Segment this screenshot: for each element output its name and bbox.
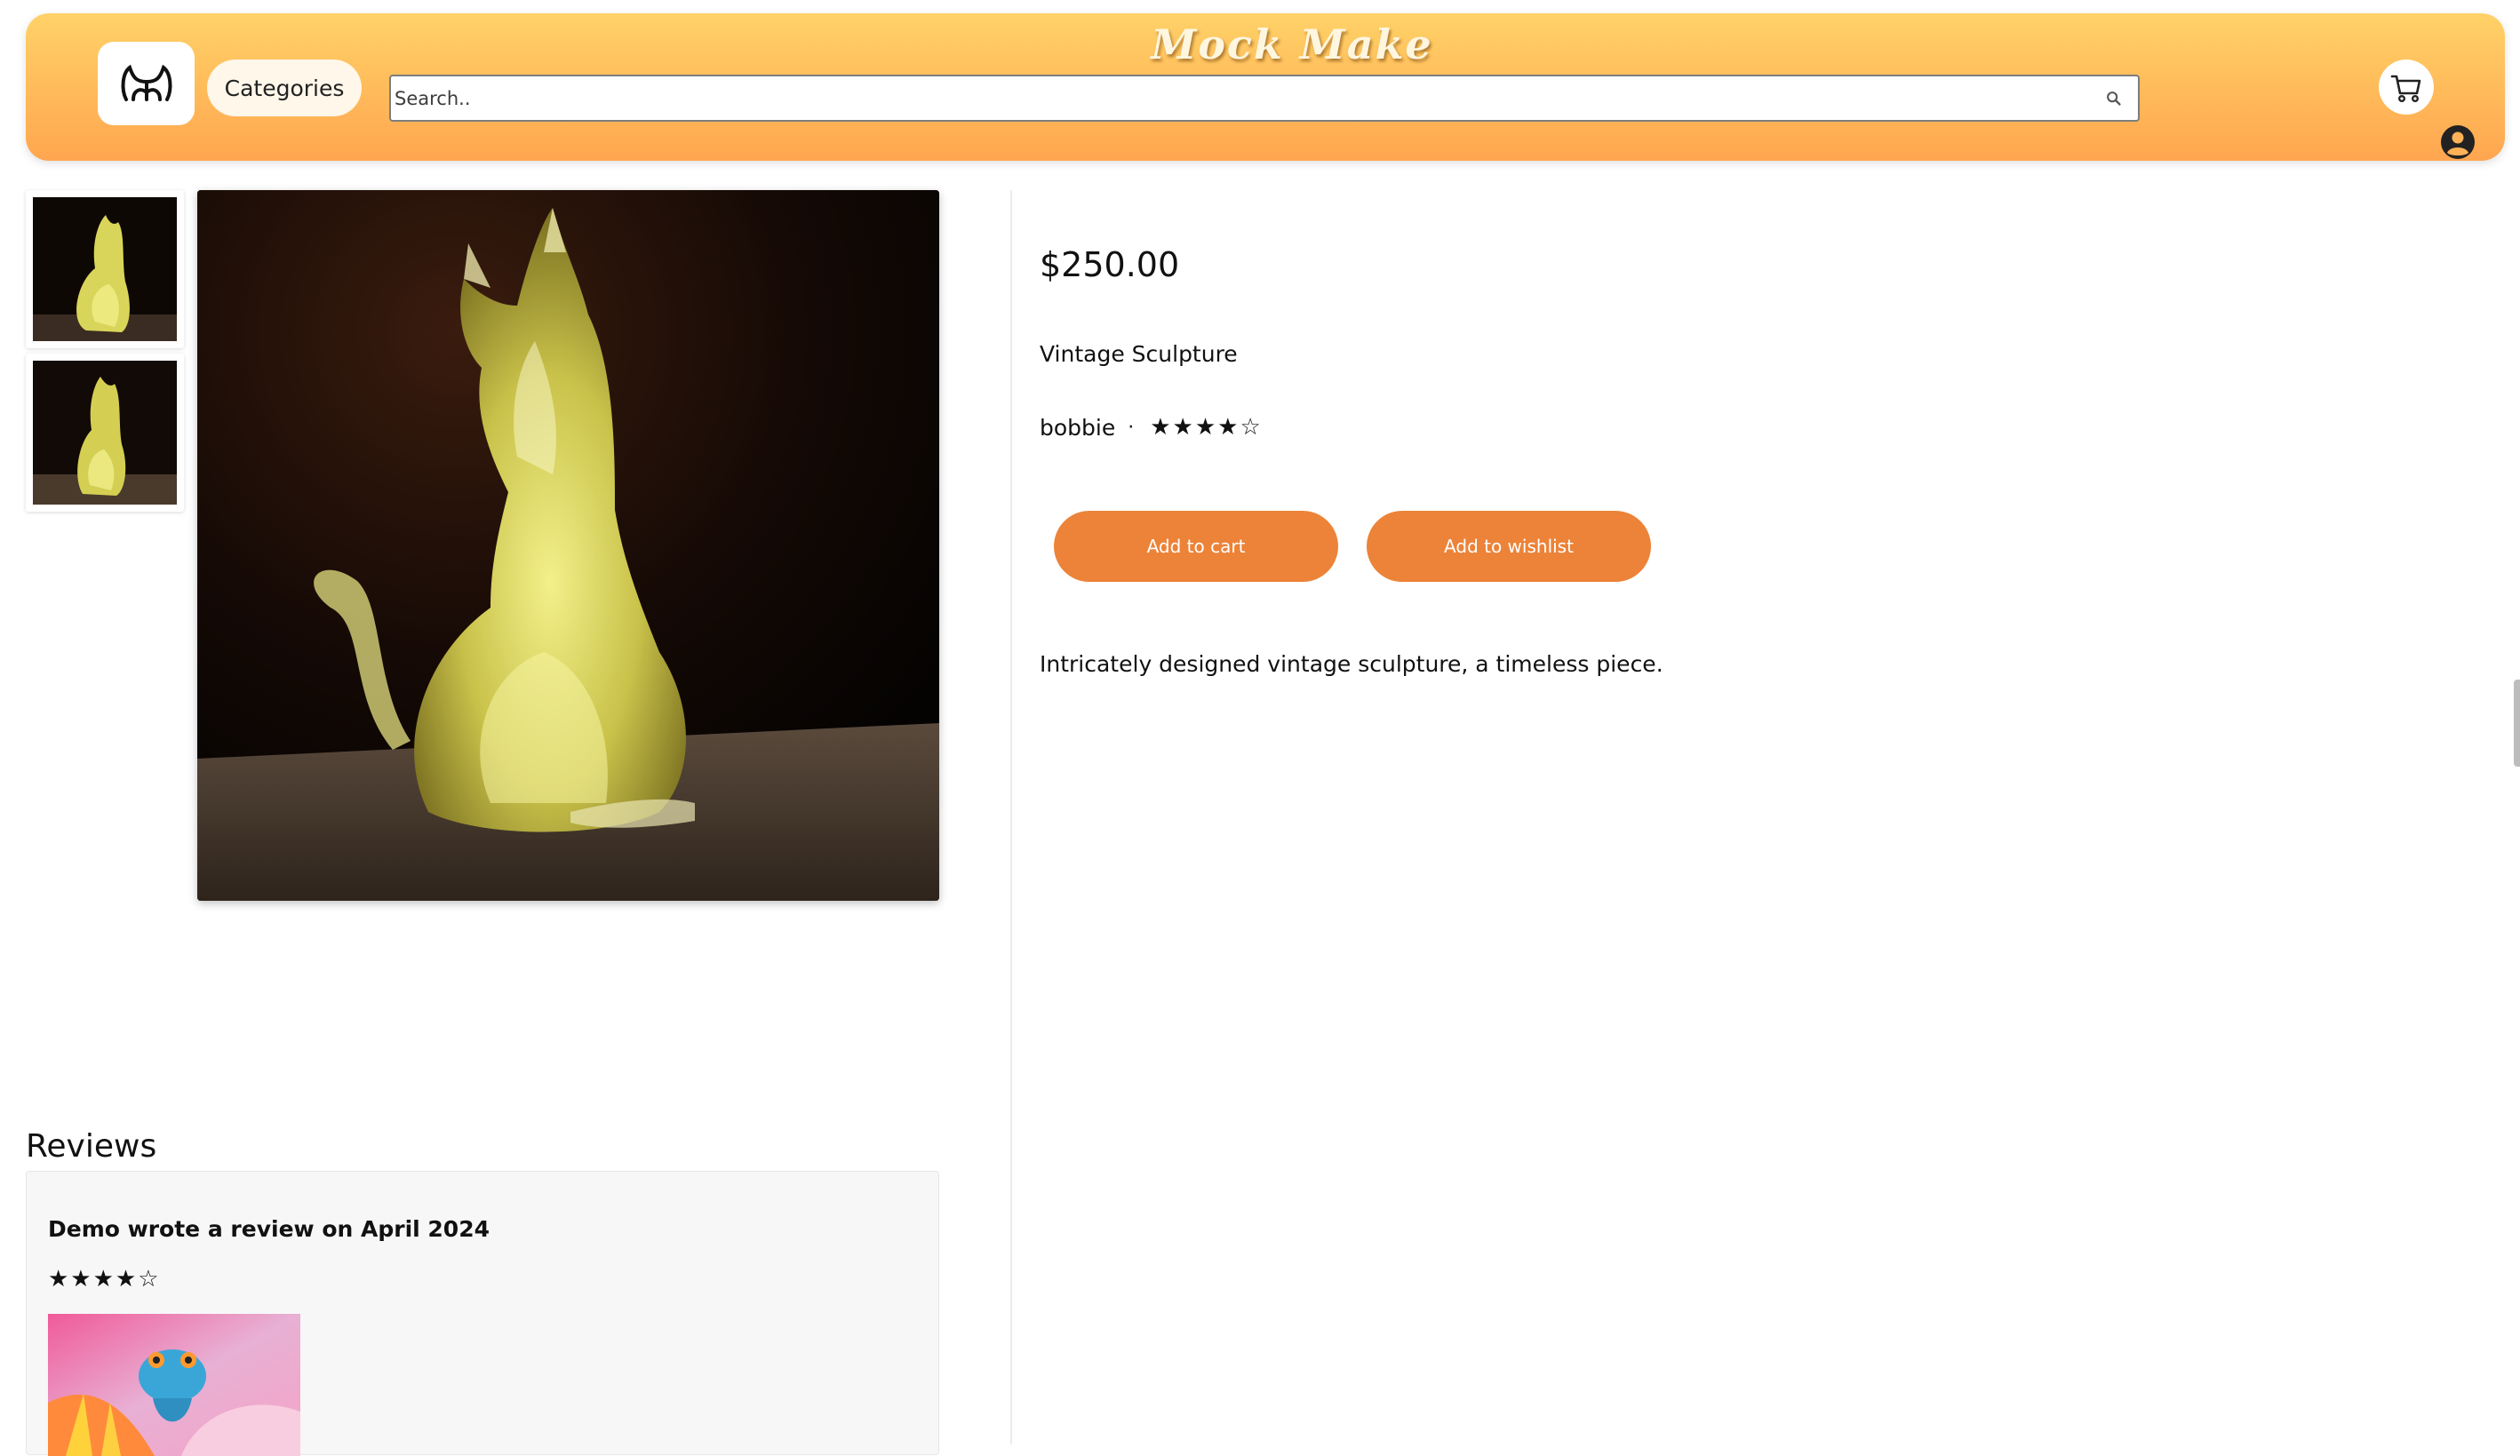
reviews-heading: Reviews bbox=[26, 1127, 157, 1165]
product-thumbnail-2[interactable] bbox=[26, 354, 184, 512]
side-scroll-handle[interactable] bbox=[2514, 680, 2520, 767]
categories-button[interactable]: Categories bbox=[207, 60, 362, 116]
product-name: Vintage Sculpture bbox=[1040, 341, 1238, 367]
seller-name[interactable]: bobbie bbox=[1040, 415, 1115, 441]
column-divider bbox=[1010, 190, 1012, 1444]
search-icon[interactable] bbox=[2104, 89, 2124, 108]
product-thumbnail-image bbox=[33, 197, 177, 341]
review-card: Demo wrote a review on April 2024 ★★★★☆ bbox=[26, 1171, 939, 1456]
home-logo-button[interactable] bbox=[98, 42, 195, 125]
user-account-button[interactable] bbox=[2439, 123, 2476, 161]
add-to-wishlist-button[interactable]: Add to wishlist bbox=[1367, 511, 1651, 582]
cart-button[interactable] bbox=[2379, 60, 2434, 115]
search-bar bbox=[389, 75, 2140, 122]
product-thumbnail-image bbox=[33, 361, 177, 505]
seller-row: bobbie · ★★★★☆ bbox=[1040, 414, 1263, 441]
site-header: Mock Make Categories bbox=[26, 13, 2505, 161]
product-main-image bbox=[197, 190, 939, 901]
product-thumbnail-1[interactable] bbox=[26, 190, 184, 348]
product-price: $250.00 bbox=[1040, 245, 1180, 284]
search-input[interactable] bbox=[393, 78, 2081, 118]
product-rating-stars: ★★★★☆ bbox=[1150, 414, 1263, 441]
separator-dot: · bbox=[1128, 416, 1135, 439]
mock-make-logo-icon bbox=[121, 64, 171, 101]
add-to-cart-button[interactable]: Add to cart bbox=[1054, 511, 1338, 582]
cart-icon bbox=[2390, 75, 2421, 103]
review-rating-stars: ★★★★☆ bbox=[48, 1266, 161, 1293]
review-title: Demo wrote a review on April 2024 bbox=[48, 1216, 490, 1242]
user-account-icon bbox=[2441, 125, 2475, 159]
review-photo[interactable] bbox=[48, 1314, 300, 1456]
product-description: Intricately designed vintage sculpture, … bbox=[1040, 651, 1663, 677]
